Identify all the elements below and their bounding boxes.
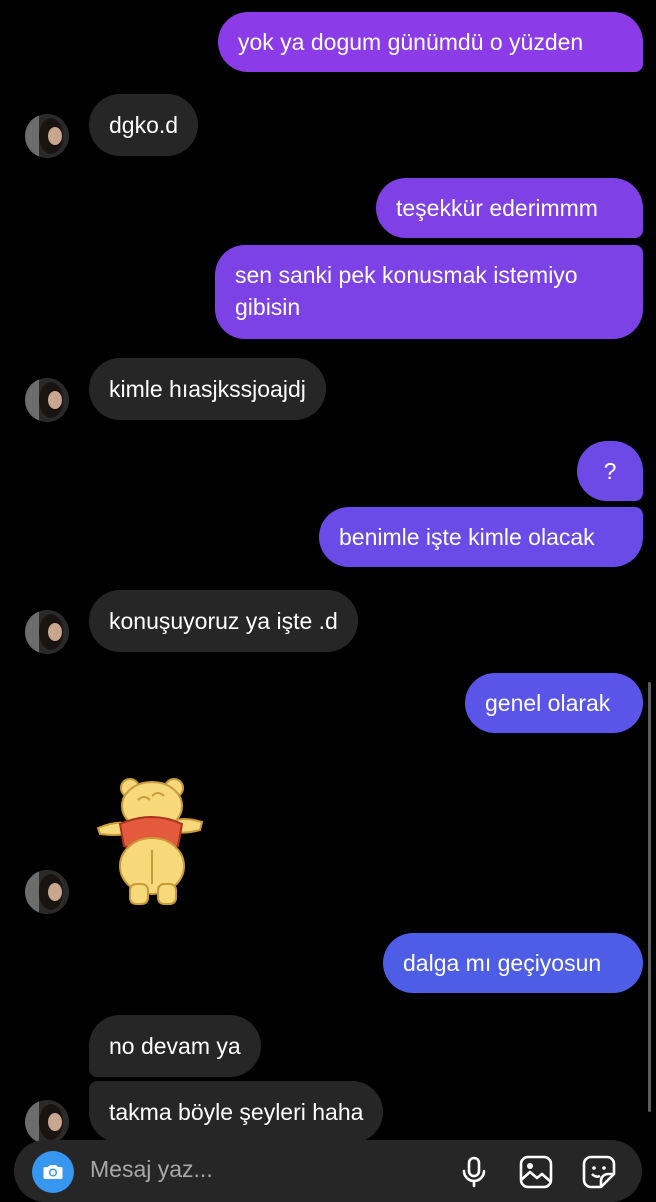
message-text: yok ya dogum günümdü o yüzden xyxy=(238,29,584,55)
message-text: sen sanki pek konusmak istemiyo xyxy=(235,262,578,288)
message-incoming[interactable]: takma böyle şeyleri haha xyxy=(89,1081,384,1143)
message-text: benimle işte kimle olacak xyxy=(339,524,595,550)
image-gallery-icon[interactable] xyxy=(518,1154,554,1190)
message-text: kimle hıasjkssjoajdj xyxy=(109,376,306,402)
message-outgoing[interactable]: ? xyxy=(577,441,643,501)
avatar[interactable] xyxy=(25,1100,69,1144)
message-outgoing[interactable]: yok ya dogum günümdü o yüzden xyxy=(218,12,643,72)
message-text: konuşuyoruz ya işte .d xyxy=(109,608,338,634)
message-text: genel olarak xyxy=(485,690,611,716)
message-outgoing[interactable]: teşekkür ederimmm xyxy=(376,178,643,238)
avatar[interactable] xyxy=(25,610,69,654)
message-outgoing[interactable]: benimle işte kimle olacak xyxy=(319,507,643,567)
message-incoming[interactable]: no devam ya xyxy=(89,1015,261,1077)
message-outgoing[interactable]: genel olarak xyxy=(465,673,643,733)
message-composer[interactable]: Mesaj yaz... xyxy=(14,1140,642,1202)
pooh-sticker-image xyxy=(96,778,204,905)
message-text: ? xyxy=(603,458,617,484)
scrollbar[interactable] xyxy=(648,682,651,1112)
message-incoming[interactable]: kimle hıasjkssjoajdj xyxy=(89,358,326,420)
microphone-icon[interactable] xyxy=(456,1154,492,1190)
message-text: no devam ya xyxy=(109,1033,241,1059)
message-text: dgko.d xyxy=(109,112,179,138)
message-incoming[interactable]: konuşuyoruz ya işte .d xyxy=(89,590,358,652)
message-incoming[interactable]: dgko.d xyxy=(89,94,199,156)
message-text: teşekkür ederimmm xyxy=(396,195,598,221)
message-text: dalga mı geçiyosun xyxy=(403,950,602,976)
message-outgoing[interactable]: sen sanki pek konusmak istemiyo gibisin xyxy=(215,245,643,339)
message-input[interactable]: Mesaj yaz... xyxy=(90,1156,213,1183)
avatar[interactable] xyxy=(25,870,69,914)
avatar[interactable] xyxy=(25,114,69,158)
avatar[interactable] xyxy=(25,378,69,422)
pooh-sticker[interactable] xyxy=(94,770,206,910)
message-outgoing[interactable]: dalga mı geçiyosun xyxy=(383,933,643,993)
message-text: takma böyle şeyleri haha xyxy=(109,1099,364,1125)
camera-icon[interactable] xyxy=(32,1151,74,1193)
sticker-icon[interactable] xyxy=(581,1154,617,1190)
message-text: gibisin xyxy=(235,294,301,320)
